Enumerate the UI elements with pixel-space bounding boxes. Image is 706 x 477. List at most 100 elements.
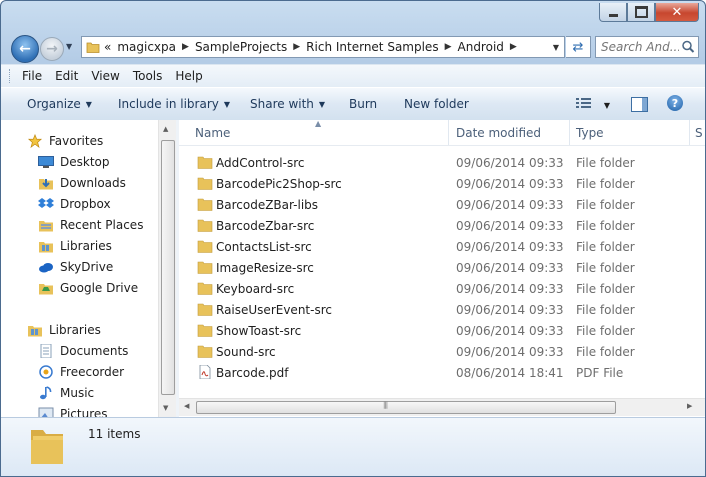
maximize-button[interactable]	[627, 3, 655, 22]
help-button[interactable]: ?	[667, 95, 683, 111]
nav-item-freecorder[interactable]: Freecorder	[38, 362, 124, 382]
file-date: 09/06/2014 09:33	[456, 282, 564, 296]
nav-item-recent-places[interactable]: Recent Places	[38, 215, 143, 235]
file-row[interactable]: ImageResize-src 09/06/2014 09:33 File fo…	[179, 257, 695, 278]
menu-file[interactable]: File	[22, 69, 42, 83]
menu-help[interactable]: Help	[175, 69, 202, 83]
forward-button[interactable]: →	[40, 37, 64, 61]
organize-button[interactable]: Organize ▼	[27, 97, 92, 111]
file-name: BarcodeZbar-src	[216, 219, 315, 233]
file-date: 09/06/2014 09:33	[456, 303, 564, 317]
menu-grip	[9, 69, 13, 83]
folder-icon	[86, 42, 100, 53]
file-row[interactable]: AddControl-src 09/06/2014 09:33 File fol…	[179, 152, 695, 173]
address-dropdown-icon[interactable]: ▼	[553, 43, 559, 52]
menu-edit[interactable]: Edit	[55, 69, 78, 83]
file-row[interactable]: BarcodePic2Shop-src 09/06/2014 09:33 Fil…	[179, 173, 695, 194]
refresh-button[interactable]: ⇄	[566, 36, 591, 58]
file-type: File folder	[576, 324, 635, 338]
nav-libraries[interactable]: Libraries	[27, 320, 101, 340]
recent-pages-dropdown[interactable]: ▼	[66, 42, 72, 51]
file-name: BarcodeZBar-libs	[216, 198, 319, 212]
horizontal-scrollbar[interactable]: ◀ ||| ▶	[179, 398, 705, 416]
nav-favorites[interactable]: Favorites	[27, 131, 103, 151]
nav-item-google-drive[interactable]: Google Drive	[38, 278, 138, 298]
file-row[interactable]: ShowToast-src 09/06/2014 09:33 File fold…	[179, 320, 695, 341]
nav-item-downloads[interactable]: Downloads	[38, 173, 126, 193]
nav-label: Freecorder	[60, 365, 125, 379]
file-row[interactable]: Sound-src 09/06/2014 09:33 File folder	[179, 341, 695, 362]
file-date: 09/06/2014 09:33	[456, 345, 564, 359]
column-type[interactable]: Type	[576, 126, 604, 140]
column-divider[interactable]	[448, 120, 449, 145]
scroll-up-icon[interactable]: ▲	[163, 125, 168, 133]
pdf-file-icon	[199, 365, 211, 379]
nav-item-skydrive[interactable]: SkyDrive	[38, 257, 113, 277]
preview-pane-button[interactable]	[631, 97, 648, 112]
chevron-right-icon[interactable]: ▶	[510, 42, 517, 52]
nav-item-desktop[interactable]: Desktop	[38, 152, 110, 172]
nav-item-dropbox[interactable]: Dropbox	[38, 194, 111, 214]
new-folder-button[interactable]: New folder	[404, 97, 469, 111]
search-icon[interactable]	[681, 40, 695, 54]
scroll-down-icon[interactable]: ▼	[163, 404, 168, 412]
file-row[interactable]: BarcodeZBar-libs 09/06/2014 09:33 File f…	[179, 194, 695, 215]
include-in-library-button[interactable]: Include in library ▼	[118, 97, 230, 111]
nav-item-pictures[interactable]: Pictures	[38, 404, 108, 417]
menu-view[interactable]: View	[91, 69, 119, 83]
file-row[interactable]: Barcode.pdf 08/06/2014 18:41 PDF File	[179, 362, 695, 383]
file-row[interactable]: RaiseUserEvent-src 09/06/2014 09:33 File…	[179, 299, 695, 320]
desktop-icon	[38, 156, 54, 168]
libraries-icon	[39, 242, 53, 253]
column-name[interactable]: Name	[195, 126, 230, 140]
column-date-modified[interactable]: Date modified	[456, 126, 541, 140]
nav-label: Libraries	[60, 239, 112, 253]
close-button[interactable]: ✕	[655, 3, 699, 22]
nav-pane-scrollbar[interactable]: ▲ ▼	[158, 120, 176, 417]
folder-icon	[197, 156, 213, 169]
breadcrumb-android[interactable]: Android	[458, 40, 504, 54]
folder-icon	[197, 282, 213, 295]
share-with-button[interactable]: Share with ▼	[250, 97, 325, 111]
chevron-down-icon: ▼	[318, 100, 326, 109]
address-overflow[interactable]: «	[104, 40, 111, 54]
include-label: Include in library	[118, 97, 219, 111]
column-divider[interactable]	[569, 120, 570, 145]
file-row[interactable]: ContactsList-src 09/06/2014 09:33 File f…	[179, 236, 695, 257]
file-type: File folder	[576, 261, 635, 275]
breadcrumb-rich-internet-samples[interactable]: Rich Internet Samples	[306, 40, 438, 54]
change-view-button[interactable]: ▼	[576, 97, 610, 112]
file-row[interactable]: BarcodeZbar-src 09/06/2014 09:33 File fo…	[179, 215, 695, 236]
address-bar[interactable]: « magicxpa ▶ SampleProjects ▶ Rich Inter…	[81, 36, 565, 58]
file-row[interactable]: Keyboard-src 09/06/2014 09:33 File folde…	[179, 278, 695, 299]
file-list: ▲ Name Date modified Type S AddControl-s…	[179, 120, 705, 417]
breadcrumb-magicxpa[interactable]: magicxpa	[117, 40, 176, 54]
scroll-left-icon[interactable]: ◀	[184, 402, 189, 410]
column-size[interactable]: S	[695, 126, 703, 140]
menu-tools[interactable]: Tools	[133, 69, 163, 83]
chevron-down-icon[interactable]: ▼	[604, 101, 610, 110]
nav-item-documents[interactable]: Documents	[38, 341, 128, 361]
column-divider[interactable]	[689, 120, 690, 145]
chevron-right-icon[interactable]: ▶	[445, 42, 452, 52]
scroll-thumb[interactable]	[196, 401, 616, 414]
minimize-button[interactable]	[599, 3, 627, 22]
back-button[interactable]: ←	[11, 35, 39, 63]
back-arrow-icon: ←	[19, 41, 31, 57]
chevron-right-icon[interactable]: ▶	[182, 42, 189, 52]
file-type: File folder	[576, 345, 635, 359]
breadcrumb-sampleprojects[interactable]: SampleProjects	[195, 40, 287, 54]
file-name: Keyboard-src	[216, 282, 295, 296]
search-box[interactable]	[595, 36, 699, 58]
chevron-right-icon[interactable]: ▶	[293, 42, 300, 52]
nav-item-libraries[interactable]: Libraries	[38, 236, 112, 256]
search-input[interactable]	[596, 40, 679, 54]
burn-button[interactable]: Burn	[349, 97, 377, 111]
folder-icon	[197, 219, 213, 232]
scroll-thumb[interactable]	[161, 140, 175, 395]
nav-label: Recent Places	[60, 218, 144, 232]
scroll-right-icon[interactable]: ▶	[687, 402, 692, 410]
nav-item-music[interactable]: Music	[38, 383, 94, 403]
file-date: 09/06/2014 09:33	[456, 219, 564, 233]
share-label: Share with	[250, 97, 314, 111]
